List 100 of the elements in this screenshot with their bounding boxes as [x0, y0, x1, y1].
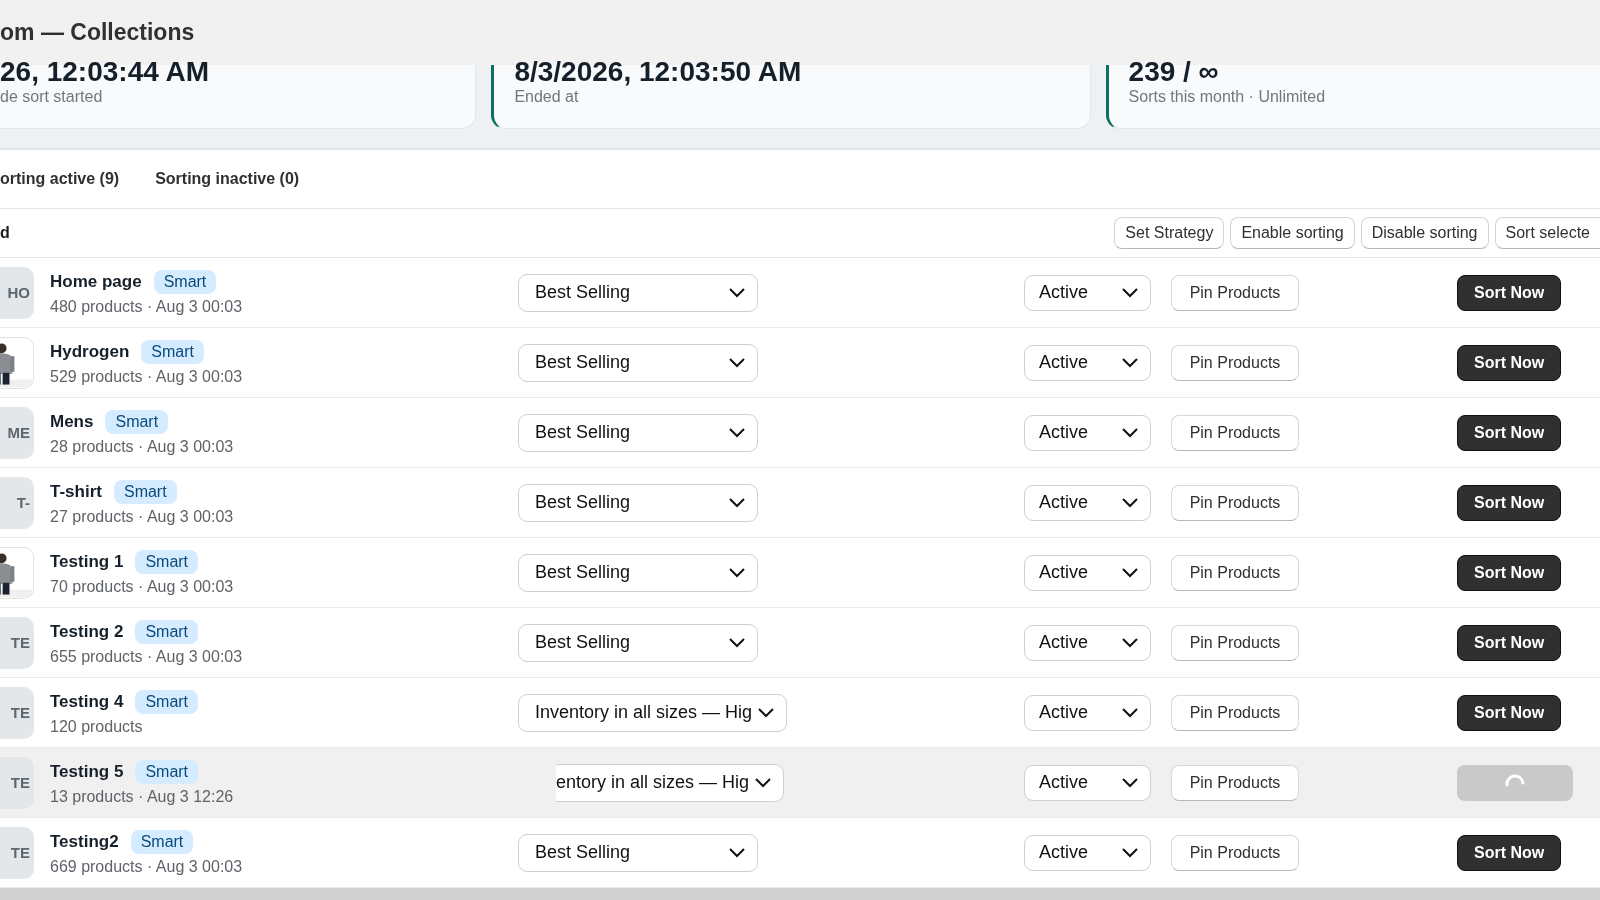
chevron-down-icon [1122, 357, 1138, 368]
chevron-down-icon [1122, 427, 1138, 438]
smart-badge: Smart [141, 339, 204, 364]
strategy-select[interactable]: Best Selling [518, 553, 758, 592]
chevron-down-icon [1122, 497, 1138, 508]
chevron-down-icon [729, 427, 745, 438]
collection-meta: 13 products · Aug 3 12:26 [50, 787, 235, 806]
pin-products-button[interactable]: Pin Products [1171, 764, 1299, 801]
chevron-down-icon [1122, 567, 1138, 578]
collection-meta: 28 products · Aug 3 00:03 [50, 437, 235, 456]
strategy-select[interactable]: Inventory in all sizes — Hig [518, 693, 788, 732]
collection-name: Testing 1 [50, 551, 124, 572]
strategy-select[interactable]: Best Selling [518, 623, 758, 662]
sort-now-button[interactable]: Sort Now [1457, 624, 1562, 661]
pin-products-button[interactable]: Pin Products [1171, 274, 1299, 311]
status-select[interactable]: Active [1024, 624, 1151, 661]
pin-products-button[interactable]: Pin Products [1171, 624, 1299, 661]
pin-products-button[interactable]: Pin Products [1171, 344, 1299, 381]
toolbar-label: d [0, 224, 10, 242]
smart-badge: Smart [153, 269, 217, 294]
chevron-down-icon [1122, 847, 1138, 858]
collection-name: Testing 4 [50, 691, 124, 712]
chevron-down-icon [1122, 637, 1138, 648]
collection-meta: 120 products [50, 717, 144, 736]
chevron-down-icon [729, 567, 745, 578]
collection-thumbnail: TE [0, 686, 34, 739]
stat-value: 239 / ∞ [1128, 58, 1220, 86]
status-select[interactable]: Active [1024, 554, 1151, 591]
strategy-select[interactable]: Best Selling [518, 413, 758, 452]
status-select[interactable]: Active [1024, 484, 1151, 521]
collection-name: Testing 2 [50, 621, 124, 642]
pin-products-button[interactable]: Pin Products [1171, 834, 1299, 871]
chevron-down-icon [755, 777, 772, 788]
pin-products-button[interactable]: Pin Products [1171, 414, 1299, 451]
strategy-select[interactable]: Best Selling [518, 343, 758, 382]
page-title: om — Collections [0, 19, 195, 46]
chevron-down-icon [729, 497, 745, 508]
status-select[interactable]: Active [1024, 764, 1151, 801]
collection-meta: 480 products · Aug 3 00:03 [50, 297, 244, 316]
bulk-action-button[interactable]: Set Strategy [1114, 217, 1225, 249]
collection-thumbnail: TE [0, 616, 34, 669]
chevron-down-icon [1122, 777, 1138, 788]
chevron-down-icon [729, 637, 745, 648]
sort-now-button[interactable]: Sort Now [1457, 834, 1562, 871]
sort-now-button[interactable]: Sort Now [1457, 274, 1562, 311]
strategy-select[interactable]: Best Selling [518, 273, 758, 312]
collection-name: T-shirt [50, 481, 102, 502]
pin-products-button[interactable]: Pin Products [1171, 554, 1299, 591]
smart-badge: Smart [135, 689, 199, 714]
sort-now-button[interactable]: Sort Now [1457, 414, 1562, 451]
smart-badge: Smart [105, 409, 169, 434]
bulk-action-button[interactable]: Sort selecte [1494, 217, 1600, 249]
status-select[interactable]: Active [1024, 344, 1151, 381]
collection-meta: 529 products · Aug 3 00:03 [50, 367, 244, 386]
chevron-down-icon [729, 357, 745, 368]
smart-badge: Smart [135, 549, 199, 574]
collection-meta: 27 products · Aug 3 00:03 [50, 507, 235, 526]
collection-thumbnail: HO [0, 266, 34, 319]
collection-thumbnail: T- [0, 476, 34, 529]
sort-now-button[interactable]: Sort Now [1457, 694, 1562, 731]
smart-badge: Smart [130, 829, 194, 854]
collection-name: Hydrogen [50, 341, 130, 362]
collection-meta: 70 products · Aug 3 00:03 [50, 577, 235, 596]
sort-now-button[interactable]: Sort Now [1457, 344, 1562, 381]
filter-tab[interactable]: Sorting inactive (0) [155, 170, 300, 188]
collection-meta: 655 products · Aug 3 00:03 [50, 647, 244, 666]
chevron-down-icon [1122, 287, 1138, 298]
stat-label: de sort started [0, 88, 104, 106]
status-select[interactable]: Active [1024, 414, 1151, 451]
chevron-down-icon [729, 287, 745, 298]
chevron-down-icon [758, 707, 775, 718]
collection-name: Home page [50, 271, 142, 292]
stat-value: 26, 12:03:44 AM [0, 58, 211, 86]
pin-products-button[interactable]: Pin Products [1171, 484, 1299, 521]
collection-name: Mens [50, 411, 94, 432]
stat-value: 8/3/2026, 12:03:50 AM [514, 58, 803, 86]
strategy-select[interactable]: entory in all sizes — Hig [556, 763, 785, 802]
filter-tab[interactable]: orting active (9) [0, 170, 120, 188]
stat-label: Sorts this month · Unlimited [1128, 88, 1327, 106]
collection-meta: 669 products · Aug 3 00:03 [50, 857, 244, 876]
bulk-action-button[interactable]: Enable sorting [1230, 217, 1355, 249]
strategy-select[interactable]: Best Selling [518, 833, 758, 872]
status-select[interactable]: Active [1024, 274, 1151, 311]
status-select[interactable]: Active [1024, 694, 1151, 731]
collection-name: Testing2 [50, 831, 119, 852]
sort-now-button[interactable]: Sort Now [1457, 484, 1562, 521]
strategy-select[interactable]: Best Selling [518, 483, 758, 522]
chevron-down-icon [729, 847, 745, 858]
smart-badge: Smart [113, 479, 177, 504]
collection-thumbnail: ME [0, 406, 34, 459]
status-select[interactable]: Active [1024, 834, 1151, 871]
chevron-down-icon [1122, 707, 1138, 718]
collection-thumbnail: TE [0, 756, 34, 809]
bulk-action-button[interactable]: Disable sorting [1360, 217, 1489, 249]
stat-label: Ended at [514, 88, 580, 106]
pin-products-button[interactable]: Pin Products [1171, 694, 1299, 731]
smart-badge: Smart [135, 619, 199, 644]
collection-name: Testing 5 [50, 761, 124, 782]
collection-thumbnail: TE [0, 826, 34, 879]
sort-now-button[interactable]: Sort Now [1457, 554, 1562, 591]
